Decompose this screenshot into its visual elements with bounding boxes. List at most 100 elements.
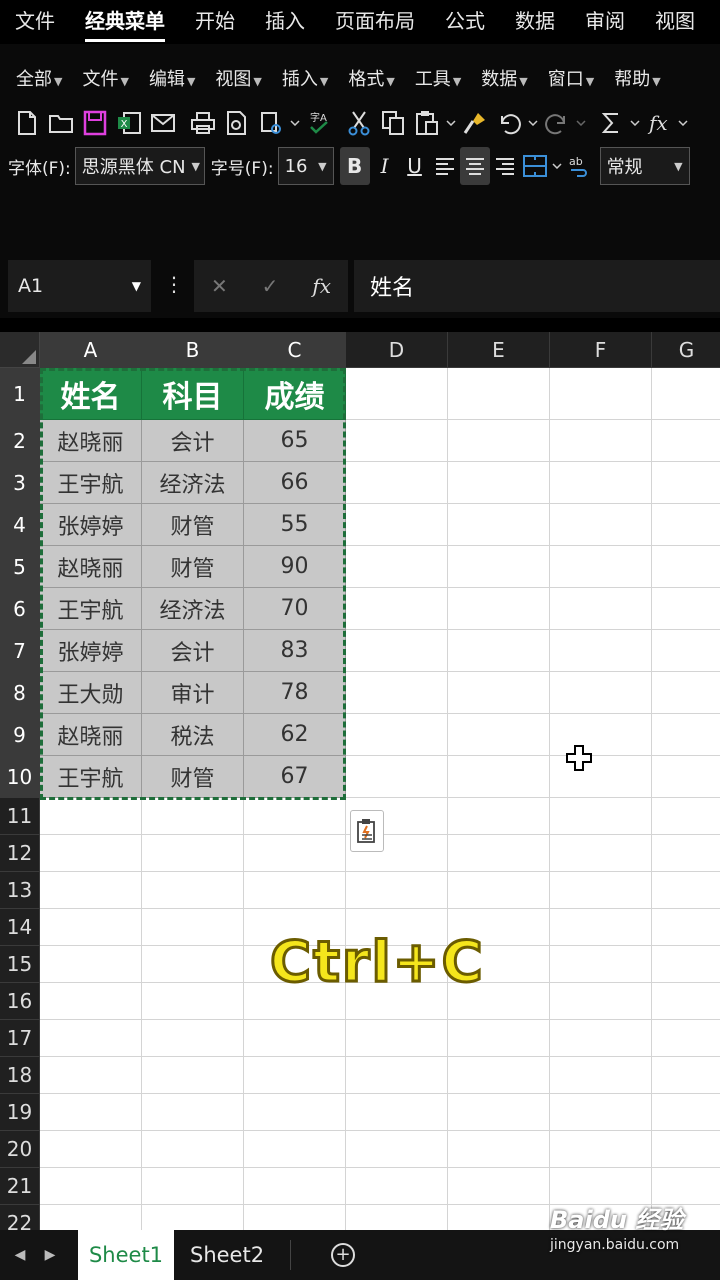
align-right-icon[interactable] bbox=[490, 147, 520, 185]
row-header[interactable]: 9 bbox=[0, 714, 40, 756]
cell-C21[interactable] bbox=[244, 1168, 346, 1205]
copy-icon[interactable] bbox=[376, 106, 410, 140]
ribbon-tab[interactable]: 数据 bbox=[500, 0, 570, 44]
cell-F18[interactable] bbox=[550, 1057, 652, 1094]
cell-A7[interactable]: 张婷婷 bbox=[40, 630, 142, 672]
cell-E18[interactable] bbox=[448, 1057, 550, 1094]
cell-A11[interactable] bbox=[40, 798, 142, 835]
chevron-down-icon[interactable] bbox=[550, 147, 564, 185]
cell-G4[interactable] bbox=[652, 504, 720, 546]
row-header[interactable]: 2 bbox=[0, 420, 40, 462]
cell-B22[interactable] bbox=[142, 1205, 244, 1230]
align-left-icon[interactable] bbox=[430, 147, 460, 185]
cell-C5[interactable]: 90 bbox=[244, 546, 346, 588]
cell-C22[interactable] bbox=[244, 1205, 346, 1230]
cell-F16[interactable] bbox=[550, 983, 652, 1020]
cell-D13[interactable] bbox=[346, 872, 448, 909]
classic-menu-item[interactable]: 格式 ▼ bbox=[338, 65, 404, 91]
cell-D20[interactable] bbox=[346, 1131, 448, 1168]
cell-G8[interactable] bbox=[652, 672, 720, 714]
cell-B3[interactable]: 经济法 bbox=[142, 462, 244, 504]
cell-F1[interactable] bbox=[550, 368, 652, 420]
chevron-down-icon[interactable] bbox=[526, 106, 540, 140]
row-header[interactable]: 5 bbox=[0, 546, 40, 588]
prev-sheet-icon[interactable]: ◀ bbox=[0, 1247, 40, 1263]
classic-menu-item[interactable]: 帮助 ▼ bbox=[604, 65, 670, 91]
insert-function-icon[interactable]: fx bbox=[642, 106, 676, 140]
font-family-select[interactable]: 思源黑体 CN ▼ bbox=[74, 147, 205, 185]
cell-G10[interactable] bbox=[652, 756, 720, 798]
cell-C3[interactable]: 66 bbox=[244, 462, 346, 504]
spell-check-icon[interactable]: 字A bbox=[302, 106, 336, 140]
open-folder-icon[interactable] bbox=[44, 106, 78, 140]
cell-G1[interactable] bbox=[652, 368, 720, 420]
name-box[interactable]: A1 ▼ bbox=[8, 260, 151, 312]
cell-G13[interactable] bbox=[652, 872, 720, 909]
cell-F20[interactable] bbox=[550, 1131, 652, 1168]
cell-B7[interactable]: 会计 bbox=[142, 630, 244, 672]
cell-E7[interactable] bbox=[448, 630, 550, 672]
ribbon-tab[interactable]: 页面布局 bbox=[320, 0, 430, 44]
cell-E20[interactable] bbox=[448, 1131, 550, 1168]
cell-F6[interactable] bbox=[550, 588, 652, 630]
classic-menu-item[interactable]: 视图 ▼ bbox=[205, 65, 271, 91]
cell-E5[interactable] bbox=[448, 546, 550, 588]
cell-C10[interactable]: 67 bbox=[244, 756, 346, 798]
cell-G14[interactable] bbox=[652, 909, 720, 946]
column-header[interactable]: G bbox=[652, 332, 720, 368]
ribbon-tab[interactable]: 经典菜单 bbox=[70, 0, 180, 44]
cell-D17[interactable] bbox=[346, 1020, 448, 1057]
cell-A1[interactable]: 姓名 bbox=[40, 368, 142, 420]
cell-B5[interactable]: 财管 bbox=[142, 546, 244, 588]
cell-A9[interactable]: 赵晓丽 bbox=[40, 714, 142, 756]
ribbon-tab[interactable]: 公式 bbox=[430, 0, 500, 44]
row-header[interactable]: 15 bbox=[0, 946, 40, 983]
cell-F17[interactable] bbox=[550, 1020, 652, 1057]
ribbon-tab[interactable]: 文件 bbox=[0, 0, 70, 44]
ribbon-tab[interactable]: 视图 bbox=[640, 0, 710, 44]
cell-E13[interactable] bbox=[448, 872, 550, 909]
cell-G15[interactable] bbox=[652, 946, 720, 983]
cell-C6[interactable]: 70 bbox=[244, 588, 346, 630]
cell-B8[interactable]: 审计 bbox=[142, 672, 244, 714]
row-header[interactable]: 20 bbox=[0, 1131, 40, 1168]
cell-A19[interactable] bbox=[40, 1094, 142, 1131]
classic-menu-item[interactable]: 工具 ▼ bbox=[405, 65, 471, 91]
next-sheet-icon[interactable]: ▶ bbox=[40, 1247, 60, 1263]
cell-G5[interactable] bbox=[652, 546, 720, 588]
cell-D7[interactable] bbox=[346, 630, 448, 672]
cell-A13[interactable] bbox=[40, 872, 142, 909]
cell-E17[interactable] bbox=[448, 1020, 550, 1057]
cell-C4[interactable]: 55 bbox=[244, 504, 346, 546]
row-header[interactable]: 4 bbox=[0, 504, 40, 546]
more-options-icon[interactable]: ⋮ bbox=[164, 272, 184, 296]
cell-C13[interactable] bbox=[244, 872, 346, 909]
row-header[interactable]: 14 bbox=[0, 909, 40, 946]
row-header[interactable]: 16 bbox=[0, 983, 40, 1020]
cell-B12[interactable] bbox=[142, 835, 244, 872]
print-preview-icon[interactable] bbox=[220, 106, 254, 140]
cell-F14[interactable] bbox=[550, 909, 652, 946]
cell-E21[interactable] bbox=[448, 1168, 550, 1205]
cell-E6[interactable] bbox=[448, 588, 550, 630]
number-format-select[interactable]: 常规 ▼ bbox=[599, 147, 690, 185]
row-header[interactable]: 17 bbox=[0, 1020, 40, 1057]
cell-F12[interactable] bbox=[550, 835, 652, 872]
cell-C7[interactable]: 83 bbox=[244, 630, 346, 672]
cell-A2[interactable]: 赵晓丽 bbox=[40, 420, 142, 462]
row-header[interactable]: 19 bbox=[0, 1094, 40, 1131]
undo-icon[interactable] bbox=[492, 106, 526, 140]
cell-B1[interactable]: 科目 bbox=[142, 368, 244, 420]
cell-G3[interactable] bbox=[652, 462, 720, 504]
cell-B14[interactable] bbox=[142, 909, 244, 946]
new-document-icon[interactable] bbox=[10, 106, 44, 140]
cell-B9[interactable]: 税法 bbox=[142, 714, 244, 756]
email-icon[interactable] bbox=[146, 106, 180, 140]
cell-F4[interactable] bbox=[550, 504, 652, 546]
classic-menu-item[interactable]: 窗口 ▼ bbox=[538, 65, 604, 91]
cell-F19[interactable] bbox=[550, 1094, 652, 1131]
cell-C9[interactable]: 62 bbox=[244, 714, 346, 756]
ribbon-tab[interactable]: 开始 bbox=[180, 0, 250, 44]
cell-A20[interactable] bbox=[40, 1131, 142, 1168]
cell-C19[interactable] bbox=[244, 1094, 346, 1131]
